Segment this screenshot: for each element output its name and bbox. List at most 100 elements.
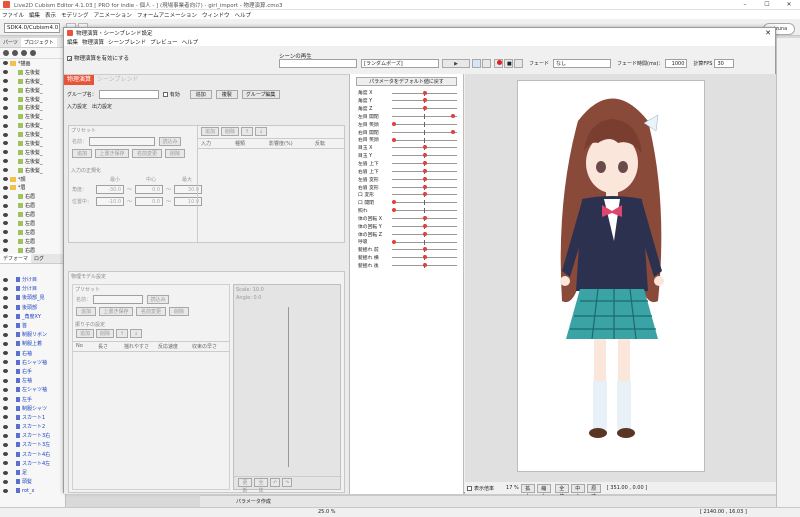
- angle-min-input[interactable]: -30.0: [96, 185, 124, 194]
- scene-select[interactable]: [279, 59, 357, 68]
- pendulum-delete-button[interactable]: 削除: [169, 307, 189, 316]
- visibility-eye-icon[interactable]: [3, 97, 8, 101]
- options-button[interactable]: [514, 59, 523, 68]
- pendulum-add-button[interactable]: 追加: [76, 307, 96, 316]
- parts-tree-row[interactable]: 左後髪_: [0, 95, 65, 104]
- dlg-menu-edit[interactable]: 編集: [67, 38, 78, 46]
- parts-tree-row[interactable]: 左後髪: [0, 68, 65, 77]
- parts-tree-row[interactable]: *眉: [0, 183, 65, 192]
- preview-undo-icon[interactable]: ↶: [270, 478, 280, 487]
- pendulum-name-select[interactable]: [93, 295, 144, 304]
- parameter-slider-knob[interactable]: [422, 255, 427, 260]
- dlg-menu-sceneblend[interactable]: シーンブレンド: [108, 38, 146, 46]
- input-delete-button[interactable]: 削除: [221, 127, 239, 136]
- tab-input-settings[interactable]: 入力設定: [67, 103, 87, 110]
- visibility-eye-icon[interactable]: [3, 159, 8, 164]
- deformer-row[interactable]: スカート2: [0, 422, 66, 431]
- visibility-eye-icon[interactable]: [3, 105, 8, 110]
- zoom-in-button[interactable]: 拡大: [520, 483, 535, 500]
- visibility-eye-icon[interactable]: [3, 194, 8, 199]
- canvas-page[interactable]: [517, 80, 705, 472]
- parts-tree-row[interactable]: 左後髪_: [0, 130, 65, 139]
- parameter-slider-knob[interactable]: [422, 153, 427, 158]
- visibility-eye-icon[interactable]: [3, 332, 8, 337]
- sdk-version-select[interactable]: SDK4.0/Cubism4.0: [4, 23, 60, 33]
- parameter-slider-knob[interactable]: [422, 98, 427, 103]
- visibility-eye-icon[interactable]: [3, 123, 8, 128]
- visibility-eye-icon[interactable]: [3, 406, 8, 411]
- visibility-eye-icon[interactable]: [3, 397, 8, 402]
- parts-tree-row[interactable]: *描画: [0, 59, 65, 68]
- parts-tree-row[interactable]: 右後髪_: [0, 86, 65, 95]
- visibility-eye-icon[interactable]: [3, 314, 8, 319]
- parameter-slider-knob[interactable]: [422, 168, 427, 173]
- fps-select[interactable]: 30: [714, 59, 735, 68]
- deformer-row[interactable]: 制服シャツ: [0, 404, 66, 413]
- parts-tree-row[interactable]: 右眉: [0, 210, 65, 219]
- dlg-menu-physics[interactable]: 物理演算: [82, 38, 104, 46]
- parts-tree-row[interactable]: 右後髪_: [0, 166, 65, 175]
- model-canvas[interactable]: 表示倍率 17 % 拡大 縮小 全体 中心 原寸 [ 351.00 , 0.00…: [465, 74, 776, 500]
- eye-toggle-icon[interactable]: [3, 50, 9, 56]
- enabled-checkbox[interactable]: [162, 91, 168, 97]
- visibility-eye-icon[interactable]: [3, 433, 8, 438]
- parameter-slider-knob[interactable]: [392, 239, 396, 244]
- maximize-icon[interactable]: ☐: [756, 0, 778, 10]
- parts-tree-row[interactable]: 左後髪_: [0, 112, 65, 121]
- visibility-eye-icon[interactable]: [3, 305, 8, 310]
- menu-form-animation[interactable]: フォームアニメーション: [137, 11, 197, 19]
- visibility-eye-icon[interactable]: [3, 132, 8, 137]
- parts-tree-row[interactable]: 左眉: [0, 237, 65, 246]
- visibility-eye-icon[interactable]: [3, 70, 8, 75]
- deformer-row[interactable]: 左手: [0, 394, 66, 403]
- add-parameter-button[interactable]: パラメータ作成: [236, 498, 271, 505]
- loop-button[interactable]: [472, 59, 481, 68]
- tab-sceneblend[interactable]: シーンブレンド: [94, 75, 142, 85]
- visibility-eye-icon[interactable]: [3, 230, 8, 235]
- menu-window[interactable]: ウィンドウ: [202, 11, 230, 19]
- angle-center-input[interactable]: 0.0: [135, 185, 164, 194]
- visibility-eye-icon[interactable]: [3, 212, 8, 217]
- parameter-slider-knob[interactable]: [451, 129, 456, 134]
- parts-tree-row[interactable]: 右後髪_: [0, 121, 65, 130]
- group-select[interactable]: [98, 89, 159, 99]
- visibility-eye-icon[interactable]: [3, 323, 8, 328]
- parts-tree-row[interactable]: 右眉: [0, 201, 65, 210]
- stop-button[interactable]: ■: [504, 59, 513, 68]
- visibility-eye-icon[interactable]: [3, 88, 8, 93]
- visibility-eye-icon[interactable]: [3, 452, 8, 457]
- input-up-button[interactable]: ↑: [241, 127, 253, 136]
- enable-physics-checkbox[interactable]: ✓: [67, 55, 73, 63]
- visibility-eye-icon[interactable]: [3, 141, 8, 146]
- visibility-eye-icon[interactable]: [3, 387, 8, 392]
- menu-modeling[interactable]: モデリング: [61, 11, 89, 19]
- deformer-row[interactable]: 右袖: [0, 349, 66, 358]
- parameter-slider-knob[interactable]: [422, 223, 427, 228]
- visibility-eye-icon[interactable]: [3, 295, 8, 300]
- visibility-eye-icon[interactable]: [3, 277, 8, 282]
- preset-name-select[interactable]: [89, 137, 156, 146]
- display-scale-checkbox[interactable]: [467, 485, 472, 491]
- parts-tree-row[interactable]: 左眉: [0, 219, 65, 228]
- visibility-eye-icon[interactable]: [3, 360, 8, 365]
- pendulum-sub-delete-button[interactable]: 削除: [96, 329, 114, 338]
- pendulum-rename-button[interactable]: 名前変更: [136, 307, 166, 316]
- dlg-menu-help[interactable]: ヘルプ: [182, 38, 199, 46]
- deformer-row[interactable]: rot_x: [0, 486, 66, 495]
- visibility-eye-icon[interactable]: [3, 424, 8, 429]
- parameter-slider-knob[interactable]: [422, 106, 427, 111]
- menu-animation[interactable]: アニメーション: [94, 11, 132, 19]
- tab-deformer[interactable]: デフォーマ: [0, 254, 32, 263]
- record-button[interactable]: [494, 59, 503, 68]
- parameter-slider-knob[interactable]: [422, 90, 427, 95]
- visibility-eye-icon[interactable]: [3, 470, 8, 475]
- visibility-eye-icon[interactable]: [3, 239, 8, 244]
- visibility-eye-icon[interactable]: [3, 286, 8, 291]
- deformer-row[interactable]: 首: [0, 321, 66, 330]
- input-add-button[interactable]: 追加: [201, 127, 219, 136]
- deformer-row[interactable]: スカート3左: [0, 440, 66, 449]
- random-pose-select[interactable]: [ランダムポーズ]: [361, 59, 439, 68]
- menu-view[interactable]: 表示: [45, 11, 56, 19]
- fade-select[interactable]: なし: [553, 59, 612, 68]
- visibility-eye-icon[interactable]: [3, 378, 8, 383]
